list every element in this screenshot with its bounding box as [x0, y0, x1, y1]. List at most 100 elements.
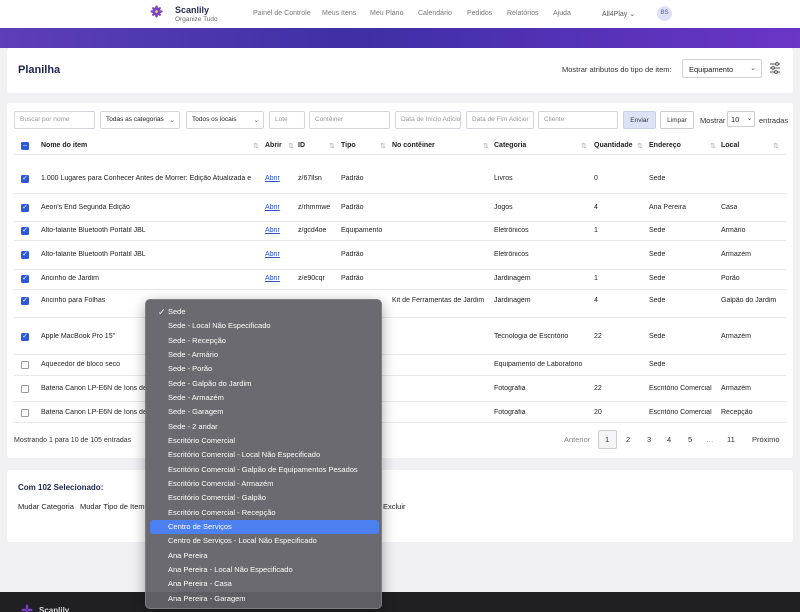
container-input[interactable]: Contêiner: [309, 111, 390, 129]
item-category: Jardinagem: [494, 297, 531, 304]
dropdown-option[interactable]: Escritório Comercial - Recepção: [150, 506, 379, 520]
row-checkbox[interactable]: ✓: [21, 175, 29, 183]
dropdown-option[interactable]: ✓ Sede: [150, 305, 379, 319]
col-header-category[interactable]: Categoria: [494, 142, 526, 149]
nav-pedidos[interactable]: Pedidos: [467, 10, 492, 17]
dropdown-option[interactable]: Ana Pereira: [150, 549, 379, 563]
page-size-select[interactable]: 10 ⌄: [727, 111, 755, 127]
item-name: Ancinho de Jardim: [41, 275, 99, 282]
col-header-address[interactable]: Endereço: [649, 142, 681, 149]
dropdown-option[interactable]: Escritório Comercial - Galpão: [150, 491, 379, 505]
avatar[interactable]: BS: [657, 6, 672, 21]
pagination-page[interactable]: 4: [667, 435, 671, 444]
sort-icon[interactable]: ⇅: [637, 142, 643, 150]
change-category-action[interactable]: Mudar Categoria: [18, 502, 74, 511]
col-header-local[interactable]: Local: [721, 142, 739, 149]
dropdown-option[interactable]: Centro de Serviços - Local Não Especific…: [150, 534, 379, 548]
open-link[interactable]: Abrir: [265, 204, 280, 211]
row-checkbox[interactable]: ✓: [21, 251, 29, 259]
row-checkbox[interactable]: ✓: [21, 333, 29, 341]
col-header-open[interactable]: Abrir: [265, 142, 282, 149]
location-filter-select[interactable]: Todos os locais ⌄: [186, 111, 264, 129]
sort-icon[interactable]: ⇅: [253, 142, 259, 150]
col-header-id[interactable]: ID: [298, 142, 305, 149]
dropdown-option[interactable]: Sede - 2 andar: [150, 420, 379, 434]
row-checkbox[interactable]: [21, 409, 29, 417]
dropdown-option[interactable]: Ana Pereira - Garagem: [150, 592, 379, 606]
dropdown-option-highlighted[interactable]: Centro de Serviços: [150, 520, 379, 534]
sort-icon[interactable]: ⇅: [773, 142, 779, 150]
sort-icon[interactable]: ⇅: [288, 142, 294, 150]
open-link[interactable]: Abrir: [265, 175, 280, 182]
search-input[interactable]: Buscar por nome: [14, 111, 95, 129]
item-id: z/rhmmwe: [298, 204, 331, 211]
location-filter-value: Todos os locais: [192, 116, 237, 123]
sort-icon[interactable]: ⇅: [581, 142, 587, 150]
dropdown-option[interactable]: Escritório Comercial: [150, 434, 379, 448]
nav-relatorios[interactable]: Relatórios: [507, 10, 539, 17]
row-divider: [14, 240, 786, 241]
clear-button[interactable]: Limpar: [660, 111, 694, 129]
item-quantity: 20: [594, 409, 602, 416]
item-quantity: 22: [594, 385, 602, 392]
sort-icon[interactable]: ⇅: [710, 142, 716, 150]
col-header-quantity[interactable]: Quantidade: [594, 142, 633, 149]
pagination-page[interactable]: 11: [727, 435, 735, 444]
pagination-next[interactable]: Próximo: [752, 435, 780, 444]
sort-icon[interactable]: ⇅: [329, 142, 335, 150]
item-name: Aquecedor de bloco seco: [41, 361, 120, 368]
pagination-page[interactable]: 5: [688, 435, 692, 444]
nav-painel[interactable]: Painel de Controle: [253, 10, 311, 17]
row-checkbox[interactable]: ✓: [21, 204, 29, 212]
dropdown-option[interactable]: Sede - Armário: [150, 348, 379, 362]
row-checkbox[interactable]: [21, 385, 29, 393]
dropdown-option[interactable]: Sede - Recepção: [150, 334, 379, 348]
dropdown-option[interactable]: Escritório Comercial - Galpão de Equipam…: [150, 463, 379, 477]
row-checkbox[interactable]: ✓: [21, 275, 29, 283]
nav-meu-plano[interactable]: Meu Plano: [370, 10, 403, 17]
dropdown-option[interactable]: Sede - Galpão do Jardim: [150, 377, 379, 391]
item-name: Bateria Canon LP-E6N de Íons de: [41, 385, 147, 392]
pagination-page[interactable]: 1: [605, 435, 609, 444]
sort-icon[interactable]: ⇅: [380, 142, 386, 150]
client-input[interactable]: Cliente: [538, 111, 618, 129]
dropdown-option[interactable]: Escritório Comercial - Local Não Especif…: [150, 448, 379, 462]
dropdown-option[interactable]: Sede - Local Não Especificado: [150, 319, 379, 333]
col-header-type[interactable]: Tipo: [341, 142, 356, 149]
end-date-input[interactable]: Data de Fim Adicior: [466, 111, 534, 129]
col-header-container[interactable]: No contêiner: [392, 142, 435, 149]
open-link[interactable]: Abrir: [265, 275, 280, 282]
nav-ajuda[interactable]: Ajuda: [553, 10, 571, 17]
dropdown-option[interactable]: Sede - Armazém: [150, 391, 379, 405]
nav-account[interactable]: All4Play ⌄: [602, 10, 635, 18]
nav-meus-itens[interactable]: Meus Itens: [322, 10, 356, 17]
row-checkbox[interactable]: [21, 361, 29, 369]
dropdown-option[interactable]: Ana Pereira - Casa: [150, 577, 379, 591]
pagination-prev[interactable]: Anterior: [564, 435, 590, 444]
scanlily-logo-icon[interactable]: [150, 5, 163, 18]
start-date-input[interactable]: Data de Início Adicio: [395, 111, 461, 129]
item-type-select[interactable]: Equipamento ⌄: [682, 59, 762, 78]
dropdown-option[interactable]: Ana Pereira - Local Não Especificado: [150, 563, 379, 577]
col-header-name[interactable]: Nome do item: [41, 142, 87, 149]
sort-icon[interactable]: ⇅: [483, 142, 489, 150]
nav-calendario[interactable]: Calendário: [418, 10, 452, 17]
delete-action[interactable]: Excluir: [383, 502, 406, 511]
dropdown-option[interactable]: Sede - Garagem: [150, 405, 379, 419]
dropdown-option[interactable]: Sede - Porão: [150, 362, 379, 376]
pagination-page[interactable]: 2: [626, 435, 630, 444]
brand-name[interactable]: Scanlily: [175, 5, 209, 15]
change-item-type-action[interactable]: Mudar Tipo de Item: [80, 502, 145, 511]
row-checkbox[interactable]: ✓: [21, 297, 29, 305]
lot-input[interactable]: Lote: [269, 111, 305, 129]
column-settings-icon[interactable]: [769, 61, 781, 75]
category-filter-select[interactable]: Todas as categorias ⌄: [100, 111, 180, 129]
location-dropdown-menu: ✓ Sede Sede - Local Não Especificado Sede…: [145, 299, 382, 609]
open-link[interactable]: Abrir: [265, 227, 280, 234]
row-checkbox[interactable]: ✓: [21, 227, 29, 235]
pagination-page[interactable]: 3: [647, 435, 651, 444]
send-button[interactable]: Enviar: [623, 111, 656, 129]
dropdown-option[interactable]: Escritório Comercial - Armazém: [150, 477, 379, 491]
select-all-checkbox[interactable]: –: [21, 142, 29, 150]
open-link[interactable]: Abrir: [265, 251, 280, 258]
